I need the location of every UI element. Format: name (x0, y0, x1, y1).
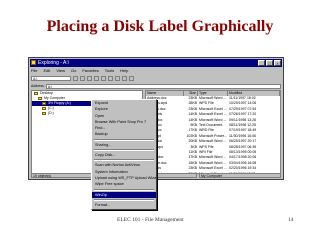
drive-icon (42, 111, 46, 115)
address-label: Address (31, 84, 44, 88)
toolbar: A:\ (31, 75, 281, 82)
menu-separator (94, 188, 154, 191)
file-list: Name Size Type Modified Address.doc 23KB Micr… (145, 90, 281, 174)
menu-separator (94, 138, 154, 141)
delete-button[interactable] (115, 76, 120, 81)
drive-combo[interactable]: A:\ (31, 76, 71, 81)
menu-go[interactable]: Go (71, 68, 76, 74)
context-item-wipe-free-space[interactable]: Wipe Free space (92, 181, 156, 187)
desktop-icon (34, 91, 38, 95)
menu-separator (94, 209, 154, 210)
window-titlebar[interactable]: Exploring - A:\ _ □ × (30, 59, 282, 67)
address-input[interactable]: A:\ (45, 83, 281, 89)
minimize-button[interactable]: _ (258, 60, 265, 66)
views-button[interactable] (129, 76, 134, 81)
window-controls: _ □ × (258, 60, 281, 66)
up-button[interactable] (87, 76, 92, 81)
context-item-format[interactable]: Format... (92, 202, 156, 208)
menu-view[interactable]: View (56, 68, 65, 74)
menu-separator (94, 159, 154, 162)
page-number: 14 (288, 217, 294, 223)
menu-separator (94, 198, 154, 201)
menu-tools[interactable]: Tools (105, 68, 114, 74)
window-title: Exploring - A:\ (38, 60, 70, 66)
menu-favorites[interactable]: Favorites (82, 68, 98, 74)
context-item-copy-disk[interactable]: Copy Disk... (92, 152, 156, 158)
menu-separator (94, 149, 154, 152)
context-menu: Expand Explore Open Browse With Paint Shop … (91, 99, 157, 210)
forward-button[interactable] (80, 76, 85, 81)
footer-course: ELEC 101 - File Management (117, 217, 184, 223)
properties-button[interactable] (122, 76, 127, 81)
status-location: My Computer (199, 173, 281, 178)
menu-file[interactable]: File (31, 68, 37, 74)
copy-button[interactable] (101, 76, 106, 81)
paste-button[interactable] (108, 76, 113, 81)
tree-item-label: (D:) (48, 111, 54, 115)
tree-item-label: 3½ Floppy (A:) (48, 101, 71, 105)
drive-icon (42, 101, 46, 105)
cut-button[interactable] (94, 76, 99, 81)
folder-icon (31, 60, 36, 65)
context-item-backup[interactable]: Backup (92, 131, 156, 137)
menu-help[interactable]: Help (120, 68, 128, 74)
back-button[interactable] (73, 76, 78, 81)
tree-item-label: Desktop (40, 91, 53, 95)
tree-item-label: (C:) (48, 106, 54, 110)
slide-title: Placing a Disk Label Graphically (46, 18, 274, 35)
menu-bar: File Edit View Go Favorites Tools Help (31, 68, 281, 74)
context-item-winzip[interactable]: WinZip (92, 191, 156, 198)
maximize-button[interactable]: □ (266, 60, 273, 66)
drive-icon (42, 106, 46, 110)
tree-item-label: My Computer (44, 96, 66, 100)
computer-icon (38, 96, 42, 100)
menu-edit[interactable]: Edit (43, 68, 50, 74)
context-item-sharing[interactable]: Sharing... (92, 142, 156, 148)
close-button[interactable]: × (274, 60, 281, 66)
address-bar: Address A:\ (31, 83, 281, 89)
